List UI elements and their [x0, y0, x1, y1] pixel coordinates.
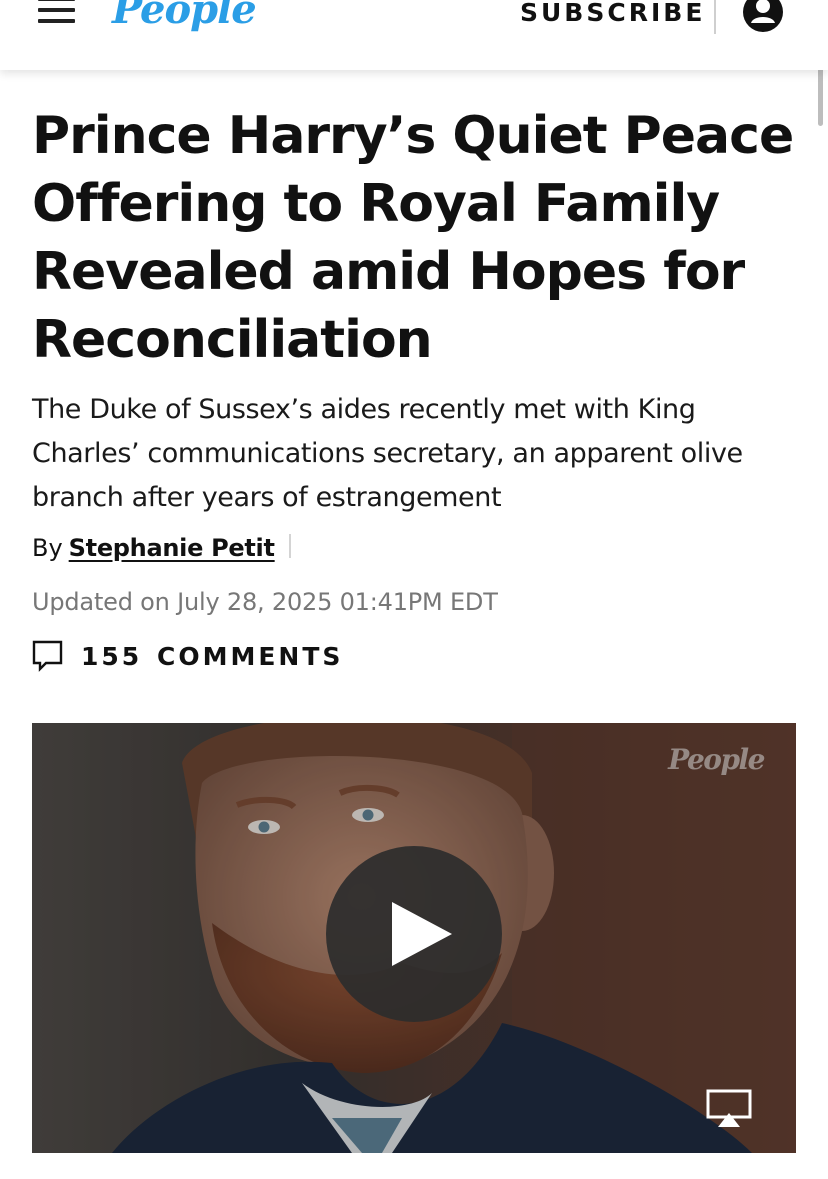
article-dek: The Duke of Sussex’s aides recently met …: [32, 394, 743, 513]
author-link[interactable]: Stephanie Petit: [69, 534, 275, 562]
byline-divider: [289, 534, 291, 558]
comment-bubble-icon: [32, 640, 64, 672]
site-logo[interactable]: People: [112, 0, 257, 34]
play-icon: [392, 902, 452, 966]
byline: By Stephanie Petit: [32, 530, 275, 566]
subscribe-button[interactable]: SUBSCRIBE: [520, 0, 705, 30]
video-player[interactable]: People: [32, 723, 796, 1153]
article-headline: Prince Harry’s Quiet Peace Offering to R…: [32, 106, 794, 370]
site-header: People SUBSCRIBE: [0, 0, 828, 70]
airplay-icon[interactable]: [706, 1089, 752, 1129]
updated-timestamp: Updated on July 28, 2025 01:41PM EDT: [32, 588, 498, 616]
comment-count: 155: [81, 642, 143, 671]
hamburger-menu-icon[interactable]: [38, 0, 75, 26]
comment-label: COMMENTS: [157, 642, 344, 671]
play-button[interactable]: [326, 846, 502, 1022]
header-divider: [714, 0, 716, 34]
video-watermark: People: [668, 743, 765, 776]
byline-prefix: By: [32, 534, 63, 562]
user-account-icon[interactable]: [743, 0, 783, 32]
